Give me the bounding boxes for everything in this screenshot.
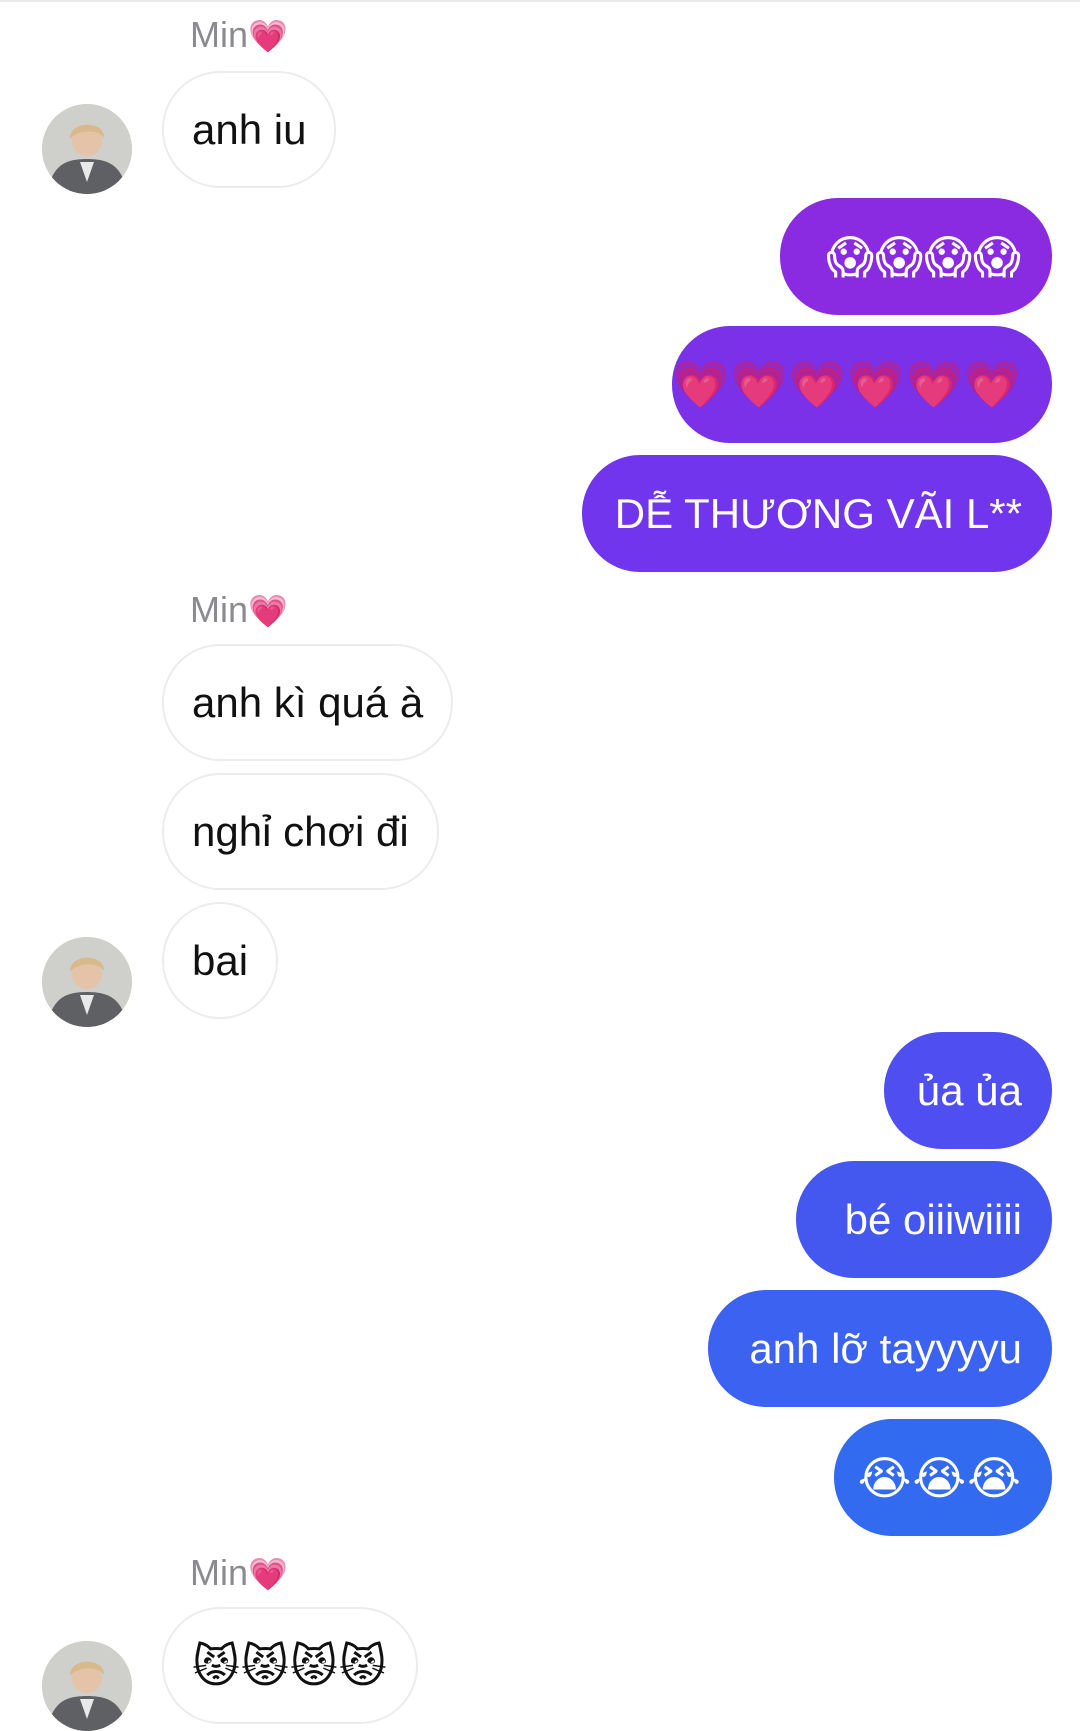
message-bubble-incoming[interactable]: 😾😾😾😾 — [162, 1607, 418, 1724]
message-bubble-incoming[interactable]: bai — [162, 902, 279, 1019]
message-bubble-outgoing[interactable]: ủa ủa — [884, 1032, 1052, 1149]
message-text: anh iu — [192, 105, 307, 153]
sender-name: Min💗 — [190, 1552, 288, 1594]
sender-name-text: Min — [190, 589, 249, 630]
message-bubble-outgoing[interactable]: DỄ THƯƠNG VÃI L** — [582, 455, 1052, 572]
message-bubble-outgoing[interactable]: 😭😭😭 — [834, 1419, 1052, 1536]
message-bubble-incoming[interactable]: nghỉ chơi đi — [162, 773, 439, 890]
message-text: 💗💗💗💗💗💗 — [672, 358, 1022, 410]
message-bubble-outgoing[interactable]: anh lỡ tayyyyu — [708, 1290, 1052, 1407]
message-text: 😱😱😱😱 — [826, 230, 1022, 283]
sender-name-text: Min — [190, 1552, 249, 1593]
avatar[interactable] — [42, 1641, 132, 1731]
heart-emoji: 💗 — [248, 593, 288, 629]
avatar[interactable] — [42, 937, 132, 1027]
avatar-photo-icon — [42, 937, 132, 1027]
message-bubble-incoming[interactable]: anh iu — [162, 71, 337, 188]
message-text: 😭😭😭 — [857, 1451, 1022, 1504]
message-text: bai — [192, 936, 249, 984]
message-text: nghỉ chơi đi — [192, 807, 409, 855]
sender-name: Min💗 — [190, 589, 288, 631]
top-divider — [0, 0, 1080, 2]
message-bubble-outgoing[interactable]: bé oiiiwiiii — [796, 1161, 1052, 1278]
message-text: anh lỡ tayyyyu — [749, 1324, 1022, 1372]
message-text: 😾😾😾😾 — [192, 1639, 388, 1692]
avatar-photo-icon — [42, 104, 132, 194]
sender-name-text: Min — [190, 14, 249, 55]
message-text: bé oiiiwiiii — [844, 1195, 1022, 1243]
message-bubble-incoming[interactable]: anh kì quá à — [162, 644, 454, 761]
avatar-photo-icon — [42, 1641, 132, 1731]
heart-emoji: 💗 — [248, 1556, 288, 1592]
sender-name: Min💗 — [190, 14, 288, 56]
message-text: anh kì quá à — [192, 678, 424, 726]
message-text: ủa ủa — [916, 1066, 1022, 1114]
message-text: DỄ THƯƠNG VÃI L** — [614, 489, 1022, 537]
message-bubble-outgoing[interactable]: 💗💗💗💗💗💗 — [672, 326, 1052, 443]
message-bubble-outgoing[interactable]: 😱😱😱😱 — [780, 198, 1052, 315]
avatar[interactable] — [42, 104, 132, 194]
heart-emoji: 💗 — [248, 18, 288, 54]
